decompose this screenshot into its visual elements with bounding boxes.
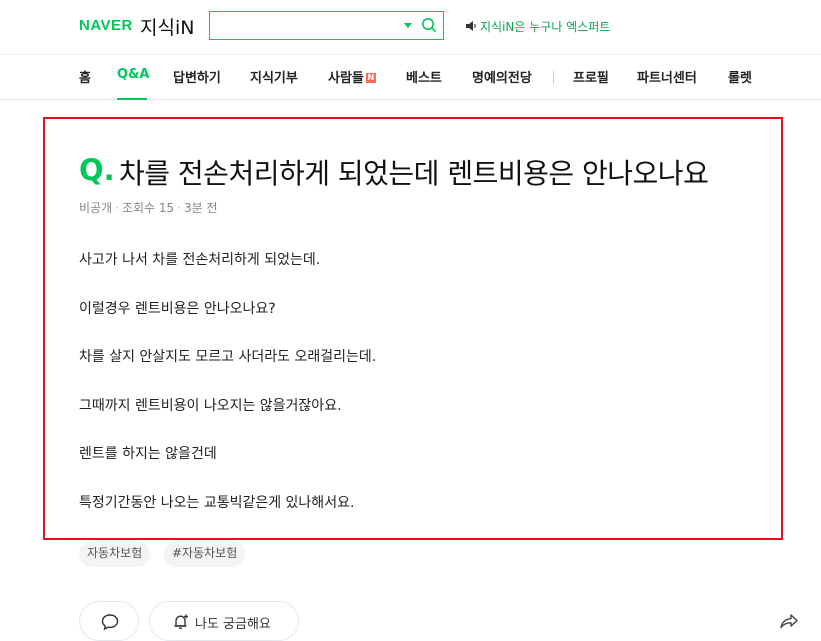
main-nav: 홈 Q&A 답변하기 지식기부 사람들 N 베스트 명예의전당 프로필 파트너센터…	[0, 54, 821, 100]
tag-chip[interactable]: #자동차보험	[164, 541, 246, 567]
nav-donation[interactable]: 지식기부	[250, 67, 298, 86]
naver-logo[interactable]: NAVER	[79, 17, 133, 34]
new-badge: N	[365, 73, 376, 83]
nav-answer[interactable]: 답변하기	[173, 67, 221, 86]
search-icon[interactable]	[421, 17, 437, 33]
tag-chip[interactable]: 자동차보험	[79, 541, 151, 567]
comment-button[interactable]	[79, 601, 139, 641]
share-icon[interactable]	[779, 612, 799, 630]
nav-qna[interactable]: Q&A	[117, 67, 149, 82]
nav-best[interactable]: 베스트	[406, 67, 442, 86]
top-bar: NAVER 지식iN 지식iN은 누구나 엑스퍼트	[0, 0, 821, 54]
nav-divider	[553, 71, 554, 84]
comment-icon	[101, 614, 119, 631]
search-input[interactable]	[216, 16, 400, 37]
nav-roulette[interactable]: 롤렛	[728, 67, 752, 86]
highlight-box	[43, 117, 783, 540]
nav-partner-center[interactable]: 파트너센터	[637, 67, 697, 86]
speaker-icon	[466, 21, 476, 31]
bell-plus-icon	[174, 614, 188, 629]
nav-hall-of-fame[interactable]: 명예의전당	[472, 67, 532, 86]
search-box[interactable]	[209, 11, 444, 40]
expert-promo-link[interactable]: 지식iN은 누구나 엑스퍼트	[480, 18, 610, 35]
nav-profile[interactable]: 프로필	[573, 67, 609, 86]
nav-people-label: 사람들	[328, 71, 364, 86]
curious-label: 나도 궁금해요	[195, 617, 271, 632]
curious-button[interactable]: 나도 궁금해요	[149, 601, 299, 641]
active-tab-indicator	[117, 98, 147, 100]
nav-home[interactable]: 홈	[79, 67, 91, 86]
nav-people[interactable]: 사람들 N	[328, 67, 376, 86]
service-logo[interactable]: 지식iN	[140, 13, 194, 40]
caret-down-icon[interactable]	[403, 18, 413, 32]
